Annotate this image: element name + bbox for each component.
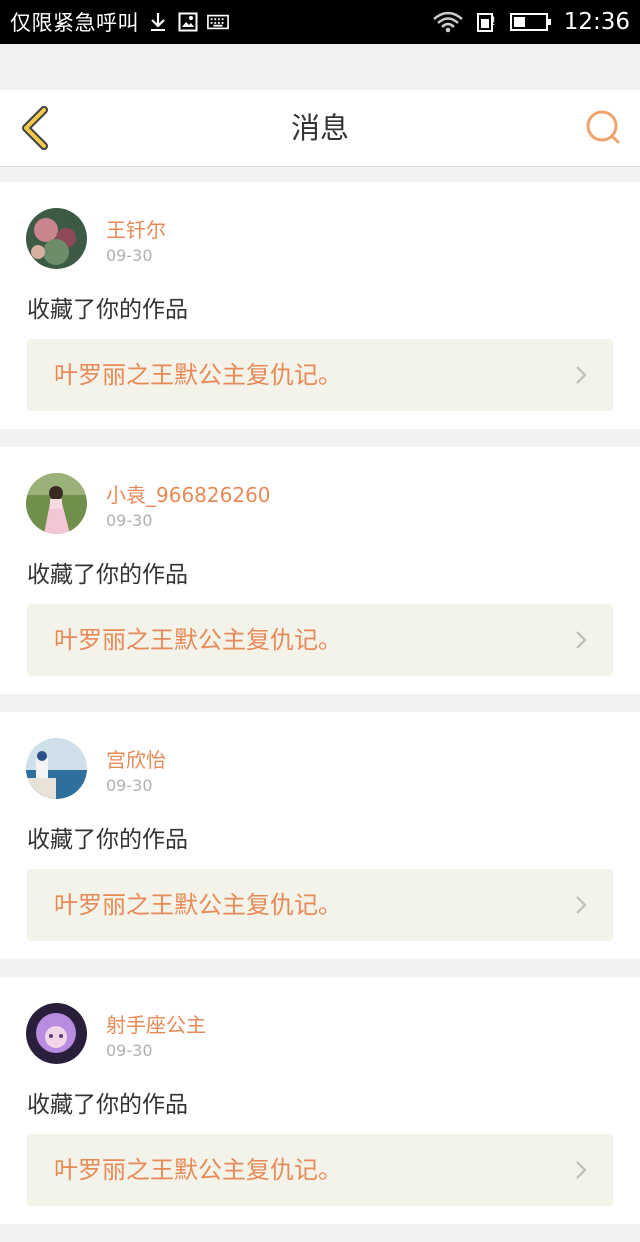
top-spacer — [0, 44, 640, 90]
work-link[interactable]: 叶罗丽之王默公主复仇记。 — [27, 339, 613, 411]
download-icon — [147, 11, 169, 33]
work-title: 叶罗丽之王默公主复仇记。 — [54, 891, 342, 919]
svg-text:!: ! — [492, 14, 495, 28]
avatar[interactable] — [26, 208, 87, 269]
chevron-right-icon — [576, 896, 587, 914]
keyboard-icon — [207, 11, 229, 33]
message-card: 小袁_966826260 09-30 收藏了你的作品 叶罗丽之王默公主复仇记。 — [0, 447, 640, 694]
clock-time: 12:36 — [563, 9, 630, 35]
message-action: 收藏了你的作品 — [27, 827, 188, 853]
message-card: 射手座公主 09-30 收藏了你的作品 叶罗丽之王默公主复仇记。 — [0, 977, 640, 1224]
avatar[interactable] — [26, 473, 87, 534]
message-action: 收藏了你的作品 — [27, 562, 188, 588]
chevron-right-icon — [576, 366, 587, 384]
chevron-right-icon — [576, 1161, 587, 1179]
work-title: 叶罗丽之王默公主复仇记。 — [54, 626, 342, 654]
username[interactable]: 射手座公主 — [106, 1009, 206, 1038]
message-date: 09-30 — [106, 1041, 153, 1060]
message-card: 宫欣怡 09-30 收藏了你的作品 叶罗丽之王默公主复仇记。 — [0, 712, 640, 959]
message-list: 王钎尔 09-30 收藏了你的作品 叶罗丽之王默公主复仇记。 小袁_966826… — [0, 182, 640, 1242]
status-bar: 仅限紧急呼叫 ! 12:36 — [0, 0, 640, 44]
search-button[interactable] — [580, 104, 626, 152]
work-link[interactable]: 叶罗丽之王默公主复仇记。 — [27, 1134, 613, 1206]
page-title: 消息 — [290, 111, 349, 145]
message-card: 王钎尔 09-30 收藏了你的作品 叶罗丽之王默公主复仇记。 — [0, 182, 640, 429]
username[interactable]: 宫欣怡 — [106, 744, 166, 773]
avatar[interactable] — [26, 738, 87, 799]
message-date: 09-30 — [106, 246, 153, 265]
username[interactable]: 王钎尔 — [106, 214, 166, 243]
work-link[interactable]: 叶罗丽之王默公主复仇记。 — [27, 869, 613, 941]
work-title: 叶罗丽之王默公主复仇记。 — [54, 361, 342, 389]
avatar[interactable] — [26, 1003, 87, 1064]
chevron-right-icon — [576, 631, 587, 649]
image-icon — [177, 11, 199, 33]
wifi-icon — [432, 11, 464, 33]
carrier-text: 仅限紧急呼叫 — [10, 11, 139, 35]
data-icon: ! — [476, 11, 498, 33]
status-right: ! 12:36 — [432, 9, 630, 35]
username[interactable]: 小袁_966826260 — [106, 479, 271, 508]
message-date: 09-30 — [106, 776, 153, 795]
message-date: 09-30 — [106, 511, 153, 530]
status-left: 仅限紧急呼叫 — [10, 7, 229, 37]
work-title: 叶罗丽之王默公主复仇记。 — [54, 1156, 342, 1184]
search-icon — [586, 110, 620, 144]
app-header: 消息 — [0, 90, 640, 167]
work-link[interactable]: 叶罗丽之王默公主复仇记。 — [27, 604, 613, 676]
message-action: 收藏了你的作品 — [27, 297, 188, 323]
battery-icon — [509, 11, 552, 33]
message-action: 收藏了你的作品 — [27, 1092, 188, 1118]
